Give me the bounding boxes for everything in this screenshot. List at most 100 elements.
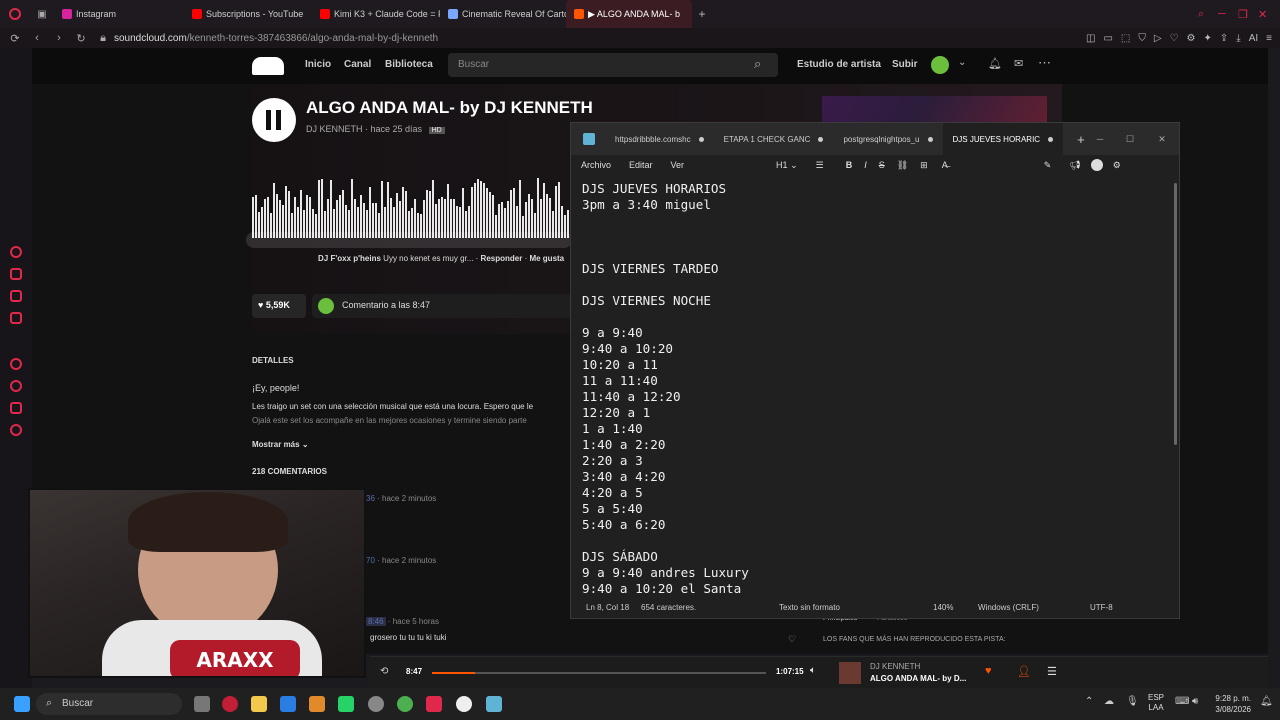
notifications-icon[interactable]: 🔔︎ <box>1260 696 1273 707</box>
copilot-icon[interactable]: ✎ <box>1044 160 1052 171</box>
mic-icon[interactable]: 🎙︎ <box>1126 696 1139 707</box>
app-icon[interactable] <box>309 696 325 712</box>
chevron-down-icon[interactable]: ⌄ <box>958 57 966 68</box>
notepad-tab-active[interactable]: DJS JUEVES HORARIC <box>942 123 1064 155</box>
encoding[interactable]: UTF-8 <box>1090 603 1113 612</box>
obs-icon[interactable] <box>368 696 384 712</box>
search-icon[interactable]: ⌕ <box>754 56 761 72</box>
list-icon[interactable]: ☰ <box>816 160 824 171</box>
extensions-icon[interactable]: ✦ <box>1204 33 1212 44</box>
progress-track[interactable] <box>432 672 766 674</box>
whatsapp-icon[interactable] <box>338 696 354 712</box>
taskbar-search[interactable]: Buscar <box>36 693 182 715</box>
line-ending[interactable]: Windows (CRLF) <box>978 603 1039 612</box>
clear-format-icon[interactable]: A̶ <box>942 160 948 170</box>
nav-inicio[interactable]: Inicio <box>305 59 331 70</box>
tiktok-icon[interactable] <box>426 696 442 712</box>
queue-icon[interactable]: ☰ <box>1047 665 1057 678</box>
volume-icon[interactable]: 🔊︎ <box>1192 696 1198 707</box>
gear-icon[interactable]: ⚙ <box>1187 33 1196 44</box>
show-more-button[interactable]: Mostrar más ⌄ <box>252 440 309 449</box>
gear-icon[interactable]: ⚙ <box>1113 160 1121 171</box>
chevron-up-icon[interactable]: ⌃ <box>1085 696 1093 707</box>
close-icon[interactable]: ✕ <box>1258 8 1280 21</box>
opera-logo-icon[interactable] <box>0 8 30 20</box>
player-artist[interactable]: DJ KENNETH <box>870 662 920 671</box>
italic-icon[interactable]: I <box>864 160 867 170</box>
comment-user[interactable]: DJ F'oxx p'heins <box>318 254 381 263</box>
tab-cinematic[interactable]: Cinematic Reveal Of Carto <box>440 0 566 28</box>
whatsapp-icon[interactable] <box>10 358 22 370</box>
table-icon[interactable]: ⊞ <box>920 160 928 171</box>
like-heart-icon[interactable]: ♥ <box>985 665 992 677</box>
cloud-icon[interactable]: ☁ <box>1104 696 1114 707</box>
share-icon[interactable]: ⇪ <box>1220 33 1228 44</box>
announce-icon[interactable]: 📢︎ <box>1069 160 1080 171</box>
bag-icon[interactable] <box>10 268 22 280</box>
text-format[interactable]: Texto sin formato <box>779 603 840 612</box>
menu-ver[interactable]: Ver <box>671 160 685 170</box>
menu-editar[interactable]: Editar <box>629 160 653 170</box>
settings-icon[interactable] <box>10 424 22 436</box>
media-player-icon[interactable] <box>456 696 472 712</box>
chrome-icon[interactable] <box>397 696 413 712</box>
tab-kimi-video[interactable]: Kimi K3 + Claude Code = F <box>312 0 440 28</box>
waveform[interactable] <box>252 174 572 238</box>
strikethrough-icon[interactable]: S <box>879 160 885 170</box>
like-button[interactable]: ♥ 5,59K <box>252 294 306 318</box>
store-icon[interactable] <box>280 696 296 712</box>
forward-icon[interactable]: › <box>48 32 70 44</box>
follow-icon[interactable]: 👤︎ <box>1017 665 1031 678</box>
heading-dropdown[interactable]: H1 ⌄ <box>776 160 798 171</box>
windows-start-icon[interactable] <box>14 696 30 712</box>
clock[interactable]: 9:28 p. m. 3/08/2026 <box>1209 693 1251 715</box>
search-icon[interactable]: ⌕ <box>1198 8 1218 21</box>
link-icon[interactable]: ⛓ <box>897 160 908 171</box>
reload-icon[interactable]: ⟳ <box>4 32 26 45</box>
nav-canal[interactable]: Canal <box>344 59 371 70</box>
notepad-text-area[interactable]: DJS JUEVES HORARIOS 3pm a 3:40 miguel DJ… <box>582 181 1162 596</box>
comment-timestamp[interactable]: 36 <box>366 494 375 503</box>
maximize-icon[interactable]: ☐ <box>1115 134 1145 145</box>
pause-button[interactable] <box>252 98 296 142</box>
menu-icon[interactable]: ≡ <box>1266 33 1272 44</box>
refresh-icon[interactable]: ↻ <box>70 32 92 45</box>
play-icon[interactable]: ▷ <box>1154 33 1162 44</box>
extensions-sidebar-icon[interactable] <box>10 402 22 414</box>
shield-icon[interactable]: ⛉ <box>1138 33 1146 44</box>
nav-estudio-artista[interactable]: Estudio de artista <box>797 59 881 70</box>
heart-icon[interactable]: ♡ <box>788 634 796 645</box>
messenger-icon[interactable] <box>10 290 22 302</box>
bold-icon[interactable]: B <box>846 160 853 170</box>
like-comment-link[interactable]: Me gusta <box>529 254 564 263</box>
music-icon[interactable] <box>10 312 22 324</box>
workspaces-icon[interactable]: ▣ <box>30 9 54 20</box>
more-icon[interactable]: ⋯ <box>1038 55 1051 71</box>
heart-icon[interactable]: ♡ <box>1170 33 1179 44</box>
comment-timestamp[interactable]: 8:46 <box>366 617 386 626</box>
language-indicator[interactable]: ESP LAA <box>1148 693 1164 713</box>
soundcloud-logo-icon[interactable] <box>252 57 284 75</box>
camera-icon[interactable]: ▭ <box>1103 33 1112 44</box>
comment-timestamp[interactable]: 70 <box>366 556 375 565</box>
url-field[interactable]: soundcloud.com/kenneth-torres-387463866/… <box>114 33 438 44</box>
minimize-icon[interactable]: ─ <box>1085 134 1115 144</box>
new-tab-button[interactable]: + <box>692 7 712 21</box>
maximize-icon[interactable]: ❐ <box>1238 8 1258 21</box>
tab-instagram[interactable]: Instagram <box>54 0 184 28</box>
comment-avatars-strip[interactable] <box>246 232 572 248</box>
track-thumbnail[interactable] <box>839 662 861 684</box>
snapshot-icon[interactable]: ⬚ <box>1121 33 1130 44</box>
download-icon[interactable]: ⤓ <box>1236 33 1240 44</box>
notepad-tab[interactable]: ETAPA 1 CHECK GANC <box>714 123 834 155</box>
repeat-icon[interactable]: ⟲ <box>380 666 388 677</box>
mail-icon[interactable]: ✉ <box>1014 57 1023 70</box>
reply-link[interactable]: Responder <box>481 254 523 263</box>
search-input[interactable]: Buscar <box>448 53 778 77</box>
tab-youtube-subscriptions[interactable]: Subscriptions - YouTube <box>184 0 312 28</box>
back-icon[interactable]: ‹ <box>26 32 48 44</box>
notepad-tab[interactable]: postgresqlnightpos_u <box>833 123 942 155</box>
history-icon[interactable] <box>10 380 22 392</box>
account-icon[interactable] <box>1090 159 1103 171</box>
close-icon[interactable]: ✕ <box>1145 134 1179 145</box>
